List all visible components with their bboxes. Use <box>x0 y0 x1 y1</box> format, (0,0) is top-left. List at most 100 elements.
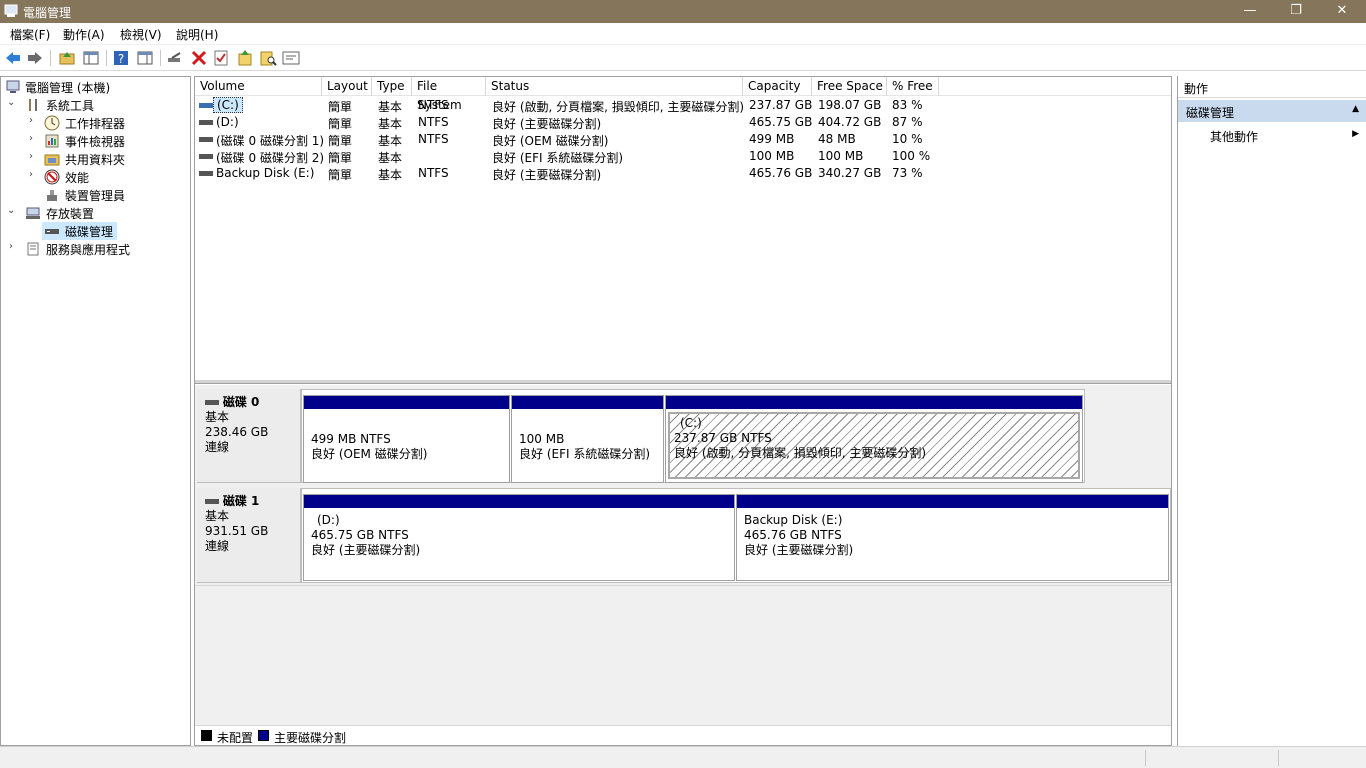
column-volume[interactable]: Volume <box>195 77 322 96</box>
collapse-arrow-icon[interactable]: ▲ <box>1352 104 1359 114</box>
refresh-icon[interactable] <box>236 49 254 67</box>
tree-item-disk-management[interactable]: 磁碟管理 <box>42 222 117 240</box>
partition-size: 465.75 GB NTFS <box>311 528 409 542</box>
menu-action[interactable]: 動作(A) <box>63 26 105 43</box>
show-hide-tree-icon[interactable] <box>82 49 100 67</box>
partition-status: 良好 (主要磁碟分割) <box>744 543 854 557</box>
cell-status: 良好 (主要磁碟分割) <box>492 168 602 182</box>
shared-folders-icon <box>44 154 60 166</box>
disk-icon <box>205 499 219 504</box>
legend-label-unallocated: 未配置 <box>217 731 254 745</box>
tree-label: 事件檢視器 <box>65 135 126 149</box>
tree-label: 服務與應用程式 <box>46 243 131 257</box>
disk-1-label[interactable]: 磁碟 1 基本 931.51 GB 連線 <box>197 488 301 583</box>
chevron-right-icon[interactable]: › <box>29 133 41 144</box>
connect-icon[interactable] <box>166 49 184 67</box>
tree-item-services[interactable]: › 服務與應用程式 <box>1 240 190 258</box>
tree-item-shared-folders[interactable]: › 共用資料夾 <box>1 150 190 168</box>
up-folder-icon[interactable] <box>58 49 76 67</box>
forward-icon[interactable] <box>26 49 44 67</box>
cell-volume: (D:) <box>216 115 239 129</box>
cell-capacity: 465.75 GB <box>749 115 813 129</box>
tree-label: 存放裝置 <box>46 207 95 221</box>
legend: 未配置 主要磁碟分割 <box>195 725 1171 745</box>
column-layout[interactable]: Layout <box>322 77 372 96</box>
partition-title: (C:) <box>680 416 702 430</box>
actions-more-label: 其他動作 <box>1210 130 1259 144</box>
partition-d[interactable]: (D:) 465.75 GB NTFS 良好 (主要磁碟分割) <box>303 494 735 581</box>
partition-oem[interactable]: 499 MB NTFS 良好 (OEM 磁碟分割) <box>303 395 510 483</box>
column-capacity[interactable]: Capacity <box>743 77 812 96</box>
computer-management-icon <box>4 4 18 17</box>
partition-bar <box>304 495 734 508</box>
menu-view[interactable]: 檢視(V) <box>120 26 162 43</box>
chevron-right-icon[interactable]: › <box>29 115 41 126</box>
tree-item-performance[interactable]: › 效能 <box>1 168 190 186</box>
column-file-system[interactable]: File System <box>412 77 486 112</box>
performance-icon <box>44 169 60 185</box>
status-bar <box>0 746 1366 768</box>
tree-item-task-scheduler[interactable]: › 工作排程器 <box>1 114 190 132</box>
window-title: 電腦管理 <box>23 6 72 20</box>
table-row[interactable]: (磁碟 0 磁碟分割 2) 簡單 基本 良好 (EFI 系統磁碟分割) 100 … <box>195 148 1171 165</box>
minimize-button[interactable]: — <box>1227 0 1273 23</box>
show-hide-action-icon[interactable] <box>136 49 154 67</box>
event-viewer-icon <box>45 134 59 148</box>
actions-more[interactable]: 其他動作 ▶ <box>1178 126 1366 146</box>
legend-swatch-unallocated <box>201 730 212 741</box>
chevron-right-icon[interactable]: › <box>29 169 41 180</box>
column-percent-free[interactable]: % Free <box>887 77 939 96</box>
cell-layout: 簡單 <box>328 168 353 182</box>
restore-button[interactable]: ❐ <box>1273 0 1319 23</box>
chevron-down-icon[interactable]: ⌄ <box>7 97 19 108</box>
table-row[interactable]: (D:) 簡單 基本 NTFS 良好 (主要磁碟分割) 465.75 GB 40… <box>195 114 1171 131</box>
chevron-down-icon[interactable]: ⌄ <box>7 205 19 216</box>
volume-icon <box>199 103 213 108</box>
cell-free: 404.72 GB <box>818 115 882 129</box>
menu-help[interactable]: 說明(H) <box>176 26 218 43</box>
disk-name: 磁碟 1 <box>222 494 260 508</box>
close-button[interactable]: ✕ <box>1319 0 1365 23</box>
properties-icon[interactable] <box>212 49 230 67</box>
cell-status: 良好 (EFI 系統磁碟分割) <box>492 151 624 165</box>
column-free-space[interactable]: Free Space <box>812 77 887 96</box>
tree-label: 工作排程器 <box>65 117 126 131</box>
chevron-right-icon[interactable]: › <box>29 151 41 162</box>
cell-capacity: 237.87 GB <box>749 98 813 112</box>
status-separator <box>1145 750 1146 766</box>
chevron-right-icon[interactable]: › <box>9 241 21 252</box>
services-icon <box>27 242 39 256</box>
back-icon[interactable] <box>4 49 22 67</box>
cell-layout: 簡單 <box>328 117 353 131</box>
pane-splitter[interactable] <box>195 380 1171 384</box>
column-status[interactable]: Status <box>486 77 743 96</box>
tree-item-device-manager[interactable]: 裝置管理員 <box>1 186 190 204</box>
actions-section-disk-management[interactable]: 磁碟管理 ▲ <box>1178 100 1366 122</box>
submenu-arrow-icon: ▶ <box>1352 129 1359 139</box>
search-icon[interactable] <box>259 49 277 67</box>
task-scheduler-icon <box>44 115 60 131</box>
disk-0-label[interactable]: 磁碟 0 基本 238.46 GB 連線 <box>197 389 301 483</box>
tree-item-computer-management[interactable]: 電腦管理 (本機) <box>1 78 190 96</box>
system-tools-icon <box>29 99 37 111</box>
partition-efi[interactable]: 100 MB 良好 (EFI 系統磁碟分割) <box>511 395 664 483</box>
partition-c[interactable]: (C:) 237.87 GB NTFS 良好 (啟動, 分頁檔案, 損毀傾印, … <box>665 395 1083 483</box>
tree-item-event-viewer[interactable]: › 事件檢視器 <box>1 132 190 150</box>
partition-e[interactable]: Backup Disk (E:) 465.76 GB NTFS 良好 (主要磁碟… <box>736 494 1169 581</box>
partition-status: 良好 (OEM 磁碟分割) <box>311 447 428 461</box>
cell-volume: (磁碟 0 磁碟分割 1) <box>216 134 325 148</box>
column-type[interactable]: Type <box>372 77 412 96</box>
menu-file[interactable]: 檔案(F) <box>10 26 50 43</box>
cell-percent: 83 % <box>892 98 923 112</box>
cell-volume: (C:) <box>213 97 243 113</box>
cell-type: 基本 <box>378 151 403 165</box>
delete-icon[interactable] <box>190 49 208 67</box>
table-row[interactable]: Backup Disk (E:) 簡單 基本 NTFS 良好 (主要磁碟分割) … <box>195 165 1171 182</box>
table-row[interactable]: (C:) 簡單 基本 NTFS 良好 (啟動, 分頁檔案, 損毀傾印, 主要磁碟… <box>195 97 1171 114</box>
table-row[interactable]: (磁碟 0 磁碟分割 1) 簡單 基本 NTFS 良好 (OEM 磁碟分割) 4… <box>195 131 1171 148</box>
tree-item-storage[interactable]: ⌄ 存放裝置 <box>1 204 190 222</box>
cell-percent: 73 % <box>892 166 923 180</box>
tree-item-system-tools[interactable]: ⌄ 系統工具 <box>1 96 190 114</box>
help-icon[interactable]: ? <box>112 49 130 67</box>
export-icon[interactable] <box>282 49 300 67</box>
